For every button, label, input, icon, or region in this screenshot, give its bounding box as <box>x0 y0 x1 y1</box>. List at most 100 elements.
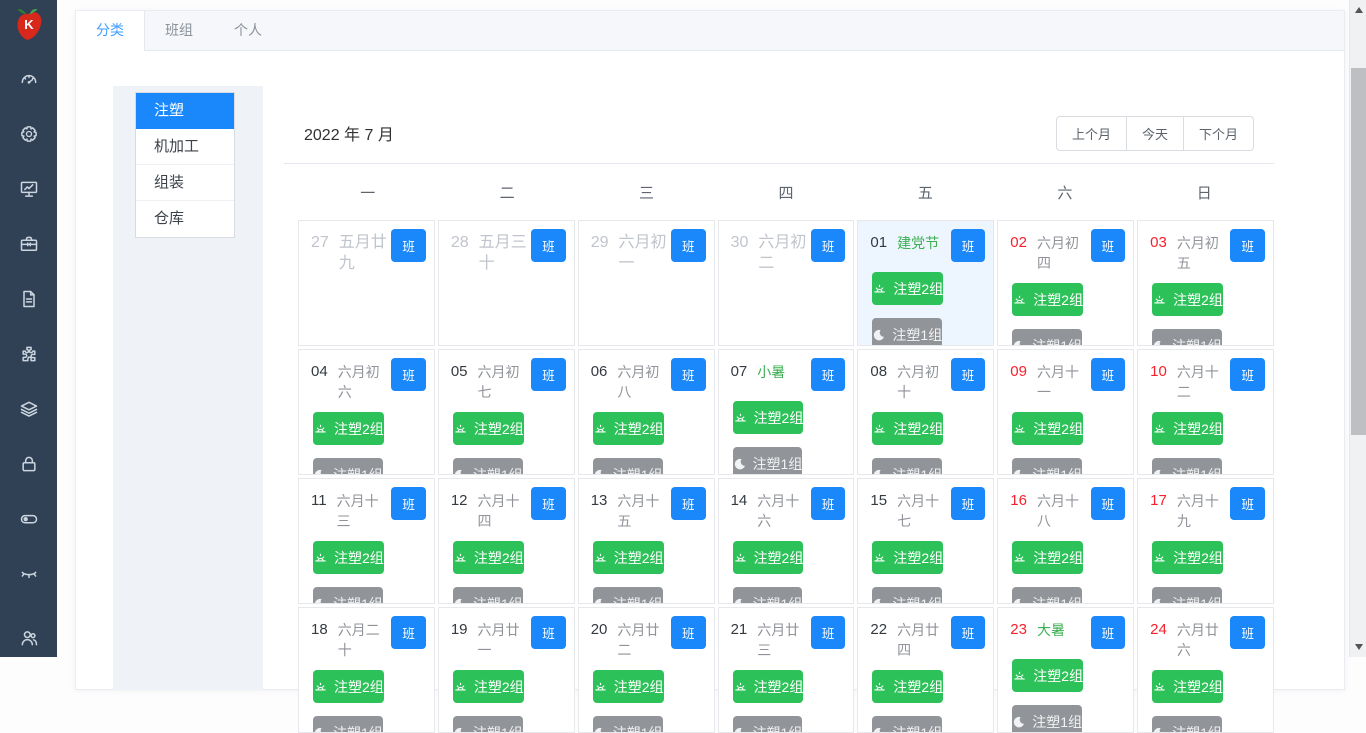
shift-badge-button[interactable]: 班 <box>1230 616 1265 649</box>
calendar-cell[interactable]: 22六月廿四班注塑2组注塑1组 <box>857 607 994 733</box>
calendar-cell[interactable]: 19六月廿一班注塑2组注塑1组 <box>438 607 575 733</box>
shift-badge-button[interactable]: 班 <box>1091 616 1126 649</box>
day-shift-button[interactable]: 注塑2组 <box>872 272 943 305</box>
shift-badge-button[interactable]: 班 <box>531 616 566 649</box>
scrollbar-thumb[interactable] <box>1351 68 1366 435</box>
calendar-cell[interactable]: 16六月十八班注塑2组注塑1组 <box>997 478 1134 604</box>
shift-badge-button[interactable]: 班 <box>811 229 846 262</box>
night-shift-button[interactable]: 注塑1组 <box>1152 587 1222 604</box>
day-shift-button[interactable]: 注塑2组 <box>1012 283 1083 316</box>
eye-closed-icon[interactable] <box>18 563 39 584</box>
night-shift-button[interactable]: 注塑1组 <box>593 587 663 604</box>
calendar-cell[interactable]: 28五月三十班 <box>438 220 575 346</box>
calendar-cell[interactable]: 27五月廿九班 <box>298 220 435 346</box>
day-shift-button[interactable]: 注塑2组 <box>1152 541 1223 574</box>
night-shift-button[interactable]: 注塑1组 <box>1012 705 1082 733</box>
night-shift-button[interactable]: 注塑1组 <box>313 458 383 475</box>
prev-month-button[interactable]: 上个月 <box>1056 116 1127 151</box>
day-shift-button[interactable]: 注塑2组 <box>733 541 804 574</box>
calendar-cell[interactable]: 13六月十五班注塑2组注塑1组 <box>578 478 715 604</box>
night-shift-button[interactable]: 注塑1组 <box>1012 458 1082 475</box>
tab-group[interactable]: 班组 <box>145 11 214 50</box>
night-shift-button[interactable]: 注塑1组 <box>453 716 523 733</box>
category-item[interactable]: 组装 <box>136 165 234 201</box>
night-shift-button[interactable]: 注塑1组 <box>453 587 523 604</box>
calendar-cell[interactable]: 11六月十三班注塑2组注塑1组 <box>298 478 435 604</box>
shift-badge-button[interactable]: 班 <box>951 358 986 391</box>
settings-icon[interactable] <box>18 123 39 144</box>
day-shift-button[interactable]: 注塑2组 <box>593 412 664 445</box>
shift-badge-button[interactable]: 班 <box>811 358 846 391</box>
briefcase-icon[interactable] <box>18 233 39 254</box>
shift-badge-button[interactable]: 班 <box>951 616 986 649</box>
calendar-cell[interactable]: 20六月廿二班注塑2组注塑1组 <box>578 607 715 733</box>
day-shift-button[interactable]: 注塑2组 <box>313 541 384 574</box>
shift-badge-button[interactable]: 班 <box>1230 487 1265 520</box>
day-shift-button[interactable]: 注塑2组 <box>1152 412 1223 445</box>
day-shift-button[interactable]: 注塑2组 <box>1012 412 1083 445</box>
shift-badge-button[interactable]: 班 <box>1091 487 1126 520</box>
shift-badge-button[interactable]: 班 <box>811 487 846 520</box>
shift-badge-button[interactable]: 班 <box>531 487 566 520</box>
calendar-cell[interactable]: 05六月初七班注塑2组注塑1组 <box>438 349 575 475</box>
day-shift-button[interactable]: 注塑2组 <box>313 412 384 445</box>
shift-badge-button[interactable]: 班 <box>391 487 426 520</box>
calendar-cell[interactable]: 07小暑班注塑2组注塑1组 <box>718 349 855 475</box>
layers-icon[interactable] <box>18 398 39 419</box>
scroll-up-button[interactable] <box>1350 2 1366 18</box>
shift-badge-button[interactable]: 班 <box>391 616 426 649</box>
tab-category[interactable]: 分类 <box>76 11 145 51</box>
document-icon[interactable] <box>18 288 39 309</box>
calendar-cell[interactable]: 23大暑班注塑2组注塑1组 <box>997 607 1134 733</box>
calendar-cell[interactable]: 21六月廿三班注塑2组注塑1组 <box>718 607 855 733</box>
puzzle-icon[interactable] <box>18 343 39 364</box>
night-shift-button[interactable]: 注塑1组 <box>593 458 663 475</box>
shift-badge-button[interactable]: 班 <box>951 229 986 262</box>
app-logo[interactable]: K <box>11 6 47 46</box>
shift-badge-button[interactable]: 班 <box>391 229 426 262</box>
shift-badge-button[interactable]: 班 <box>671 229 706 262</box>
dashboard-icon[interactable] <box>18 68 39 89</box>
day-shift-button[interactable]: 注塑2组 <box>453 412 524 445</box>
next-month-button[interactable]: 下个月 <box>1183 116 1254 151</box>
day-shift-button[interactable]: 注塑2组 <box>1012 659 1083 692</box>
day-shift-button[interactable]: 注塑2组 <box>1012 541 1083 574</box>
scroll-down-button[interactable] <box>1350 639 1366 655</box>
night-shift-button[interactable]: 注塑1组 <box>1152 716 1222 733</box>
calendar-cell[interactable]: 24六月廿六班注塑2组注塑1组 <box>1137 607 1274 733</box>
night-shift-button[interactable]: 注塑1组 <box>1152 329 1222 346</box>
night-shift-button[interactable]: 注塑1组 <box>733 716 803 733</box>
shift-badge-button[interactable]: 班 <box>811 616 846 649</box>
calendar-cell[interactable]: 14六月十六班注塑2组注塑1组 <box>718 478 855 604</box>
day-shift-button[interactable]: 注塑2组 <box>453 541 524 574</box>
day-shift-button[interactable]: 注塑2组 <box>733 401 804 434</box>
calendar-cell[interactable]: 18六月二十班注塑2组注塑1组 <box>298 607 435 733</box>
day-shift-button[interactable]: 注塑2组 <box>593 541 664 574</box>
calendar-cell[interactable]: 30六月初二班 <box>718 220 855 346</box>
night-shift-button[interactable]: 注塑1组 <box>1012 587 1082 604</box>
night-shift-button[interactable]: 注塑1组 <box>872 587 942 604</box>
tab-personal[interactable]: 个人 <box>214 11 283 50</box>
shift-badge-button[interactable]: 班 <box>951 487 986 520</box>
night-shift-button[interactable]: 注塑1组 <box>593 716 663 733</box>
category-item[interactable]: 注塑 <box>136 93 234 129</box>
shift-badge-button[interactable]: 班 <box>531 358 566 391</box>
day-shift-button[interactable]: 注塑2组 <box>872 541 943 574</box>
calendar-cell[interactable]: 06六月初八班注塑2组注塑1组 <box>578 349 715 475</box>
shift-badge-button[interactable]: 班 <box>1091 358 1126 391</box>
night-shift-button[interactable]: 注塑1组 <box>872 716 942 733</box>
calendar-cell[interactable]: 09六月十一班注塑2组注塑1组 <box>997 349 1134 475</box>
today-button[interactable]: 今天 <box>1126 116 1184 151</box>
lock-icon[interactable] <box>18 453 39 474</box>
day-shift-button[interactable]: 注塑2组 <box>872 670 943 703</box>
night-shift-button[interactable]: 注塑1组 <box>313 716 383 733</box>
day-shift-button[interactable]: 注塑2组 <box>1152 283 1223 316</box>
toggle-icon[interactable] <box>18 508 39 529</box>
shift-badge-button[interactable]: 班 <box>671 358 706 391</box>
day-shift-button[interactable]: 注塑2组 <box>593 670 664 703</box>
chart-board-icon[interactable] <box>18 178 39 199</box>
day-shift-button[interactable]: 注塑2组 <box>453 670 524 703</box>
day-shift-button[interactable]: 注塑2组 <box>733 670 804 703</box>
shift-badge-button[interactable]: 班 <box>391 358 426 391</box>
day-shift-button[interactable]: 注塑2组 <box>313 670 384 703</box>
